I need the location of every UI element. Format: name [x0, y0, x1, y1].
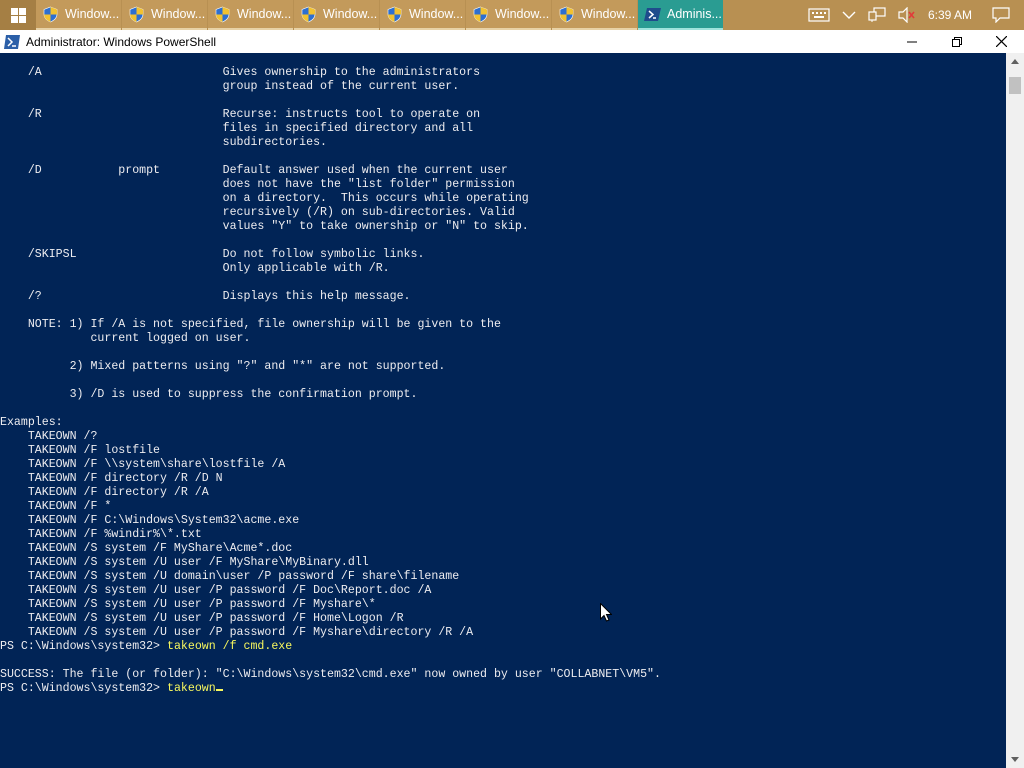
- window-controls: [889, 30, 1024, 53]
- vertical-scrollbar[interactable]: [1006, 53, 1024, 768]
- close-button[interactable]: [979, 30, 1024, 53]
- network-icon[interactable]: [862, 0, 892, 30]
- uac-shield-icon: [387, 6, 402, 22]
- taskbar-button[interactable]: Window...: [36, 0, 121, 30]
- minimize-button[interactable]: [889, 30, 934, 53]
- window-titlebar[interactable]: Administrator: Windows PowerShell: [0, 30, 1024, 53]
- taskbar-button[interactable]: Window...: [466, 0, 551, 30]
- taskbar-button-label: Window...: [65, 7, 120, 21]
- scroll-down-arrow-icon: [1011, 757, 1019, 762]
- scroll-up-arrow-icon: [1011, 59, 1019, 64]
- scroll-up-button[interactable]: [1006, 53, 1024, 70]
- console-text: /A Gives ownership to the administrators…: [0, 53, 1006, 696]
- start-button[interactable]: [0, 0, 36, 30]
- powershell-icon: [644, 7, 661, 21]
- taskbar-button[interactable]: Window...: [552, 0, 637, 30]
- uac-shield-icon: [129, 6, 144, 22]
- restore-button[interactable]: [934, 30, 979, 53]
- taskbar-button-label: Window...: [151, 7, 206, 21]
- powershell-console[interactable]: /A Gives ownership to the administrators…: [0, 53, 1006, 768]
- taskbar-buttons: Window... Window... Window... Window... Wind…: [36, 0, 724, 30]
- mouse-pointer-icon: [600, 603, 612, 622]
- text-cursor: [215, 689, 223, 691]
- taskbar-clock[interactable]: 6:39 AM: [922, 8, 982, 22]
- taskbar-button[interactable]: Window...: [380, 0, 465, 30]
- taskbar-button[interactable]: Window...: [294, 0, 379, 30]
- minimize-icon: [906, 41, 917, 42]
- restore-icon: [951, 36, 962, 47]
- command-result: SUCCESS: The file (or folder): "C:\Windo…: [0, 668, 661, 681]
- uac-shield-icon: [559, 6, 574, 22]
- action-center-icon[interactable]: [982, 0, 1024, 30]
- prompt: PS C:\Windows\system32>: [0, 640, 167, 653]
- taskbar-button-label: Window...: [581, 7, 636, 21]
- uac-shield-icon: [301, 6, 316, 22]
- scroll-down-button[interactable]: [1006, 751, 1024, 768]
- taskbar-button-label: Adminis...: [667, 7, 722, 21]
- uac-shield-icon: [215, 6, 230, 22]
- uac-shield-icon: [43, 6, 58, 22]
- scrollbar-thumb[interactable]: [1009, 77, 1021, 94]
- keyboard-icon[interactable]: [802, 0, 836, 30]
- volume-muted-icon[interactable]: [892, 0, 922, 30]
- taskbar: Window... Window... Window... Window... Wind…: [0, 0, 1024, 30]
- close-icon: [996, 36, 1007, 47]
- taskbar-button-label: Window...: [495, 7, 550, 21]
- system-tray: 6:39 AM: [802, 0, 1024, 30]
- window-title: Administrator: Windows PowerShell: [26, 34, 217, 49]
- taskbar-button[interactable]: Adminis...: [638, 0, 723, 30]
- taskbar-button[interactable]: Window...: [208, 0, 293, 30]
- powershell-icon: [4, 34, 20, 49]
- taskbar-button-label: Window...: [323, 7, 378, 21]
- taskbar-button-label: Window...: [409, 7, 464, 21]
- prompt: PS C:\Windows\system32>: [0, 682, 167, 695]
- taskbar-button-label: Window...: [237, 7, 292, 21]
- taskbar-button[interactable]: Window...: [122, 0, 207, 30]
- chevron-up-icon[interactable]: [836, 0, 862, 30]
- windows-logo-icon: [10, 7, 26, 23]
- uac-shield-icon: [473, 6, 488, 22]
- help-output: /A Gives ownership to the administrators…: [0, 66, 529, 639]
- typed-command: takeown /f cmd.exe: [166, 640, 293, 653]
- current-input[interactable]: takeown: [167, 682, 216, 695]
